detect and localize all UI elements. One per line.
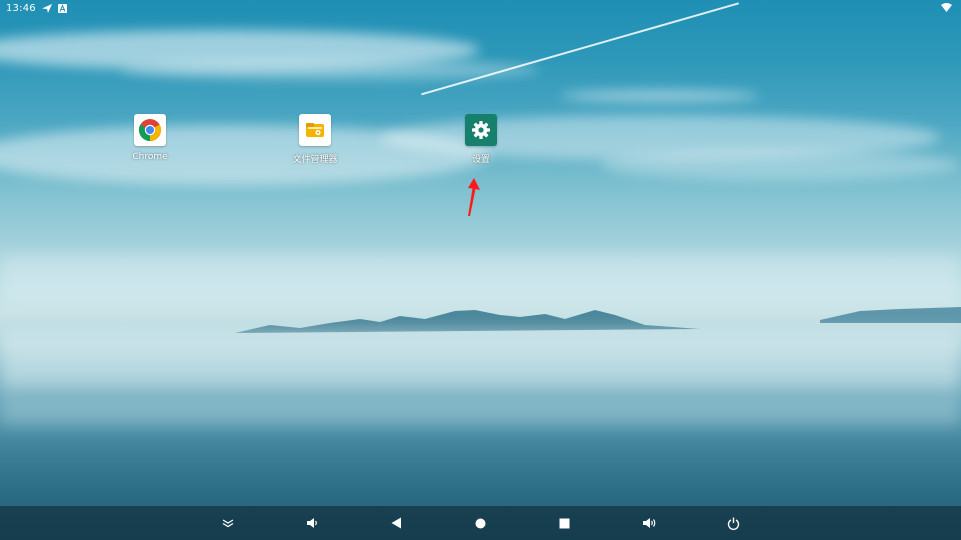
- fog-layer: [0, 330, 961, 390]
- wifi-icon: [941, 3, 952, 15]
- volume-down-icon[interactable]: [303, 514, 321, 532]
- back-icon[interactable]: [387, 514, 405, 532]
- settings-gear-icon[interactable]: [465, 114, 497, 146]
- fog-layer: [0, 395, 961, 425]
- home-icon[interactable]: [471, 514, 489, 532]
- app-file-manager[interactable]: 文件管理器: [275, 114, 355, 165]
- red-arrow-icon: [462, 176, 484, 222]
- app-settings[interactable]: 设置: [441, 114, 521, 165]
- recents-icon[interactable]: [555, 514, 573, 532]
- status-bar: 13:46: [0, 0, 961, 17]
- app-label: 设置: [471, 155, 490, 165]
- notification-a-icon: [57, 4, 67, 13]
- volume-up-icon[interactable]: [640, 514, 658, 532]
- status-time: 13:46: [6, 3, 36, 14]
- home-screen: 13:46 Chrome 文件管理器 设置: [0, 0, 961, 540]
- app-chrome[interactable]: Chrome: [110, 114, 190, 162]
- cloud: [600, 150, 960, 180]
- location-arrow-icon: [41, 4, 52, 13]
- chrome-icon[interactable]: [134, 114, 166, 146]
- file-manager-icon[interactable]: [299, 114, 331, 146]
- navigation-bar: [0, 506, 961, 540]
- collapse-icon[interactable]: [219, 514, 237, 532]
- power-icon[interactable]: [724, 514, 742, 532]
- cloud: [560, 90, 760, 102]
- app-label: 文件管理器: [292, 155, 338, 165]
- app-label: Chrome: [132, 152, 168, 162]
